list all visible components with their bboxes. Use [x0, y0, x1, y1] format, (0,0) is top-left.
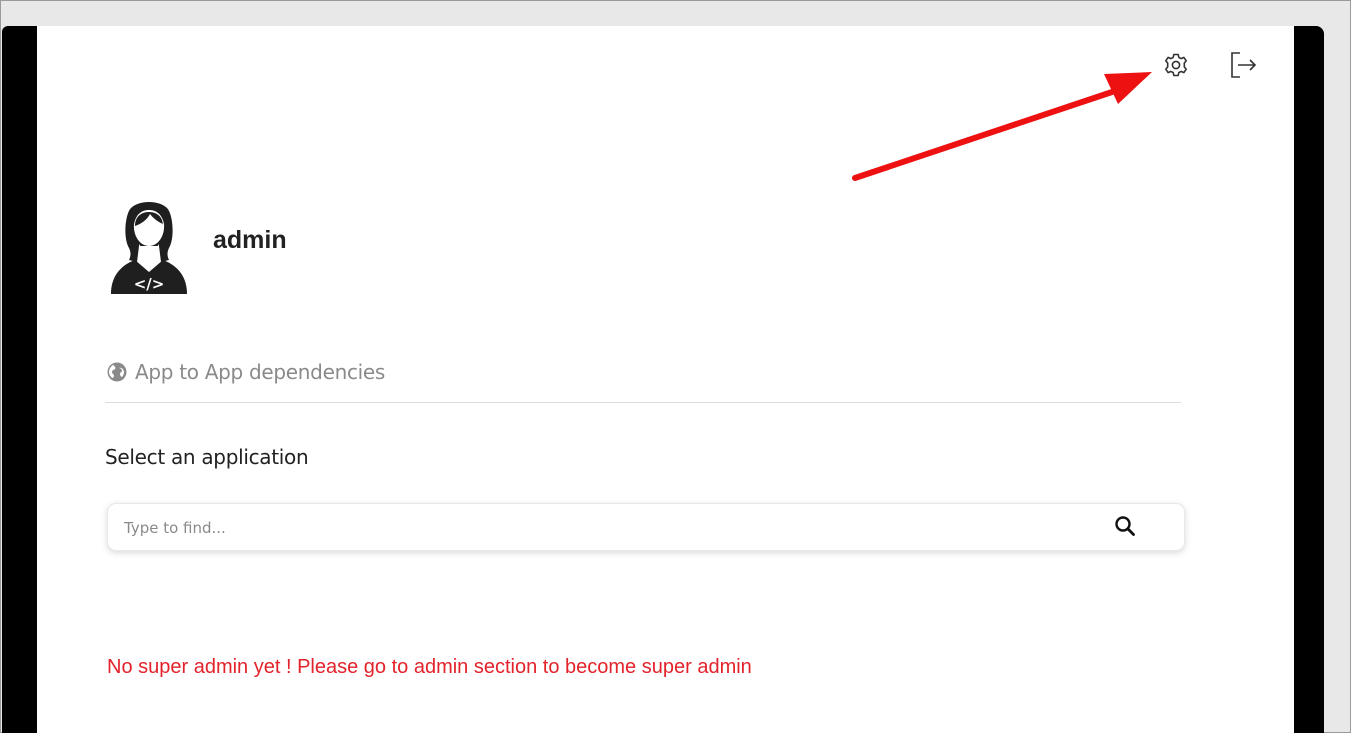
- search-input[interactable]: [122, 512, 1086, 544]
- nav-link-label: App to App dependencies: [135, 360, 386, 384]
- username: admin: [213, 226, 287, 254]
- globe-icon: [107, 362, 127, 382]
- avatar: </>: [111, 202, 187, 294]
- search-icon[interactable]: [1114, 515, 1136, 537]
- gear-icon: [1165, 53, 1187, 77]
- main-panel: </> admin App to App dependencies Select…: [37, 26, 1294, 733]
- settings-button[interactable]: [1159, 48, 1193, 82]
- svg-text:</>: </>: [134, 275, 165, 293]
- section-title: Select an application: [105, 445, 309, 469]
- nav-app-dependencies[interactable]: App to App dependencies: [107, 357, 385, 387]
- divider: [105, 402, 1181, 403]
- warning-message: No super admin yet ! Please go to admin …: [107, 656, 752, 678]
- search-box: [107, 503, 1185, 551]
- logout-button[interactable]: [1227, 46, 1263, 84]
- logout-icon: [1231, 52, 1257, 78]
